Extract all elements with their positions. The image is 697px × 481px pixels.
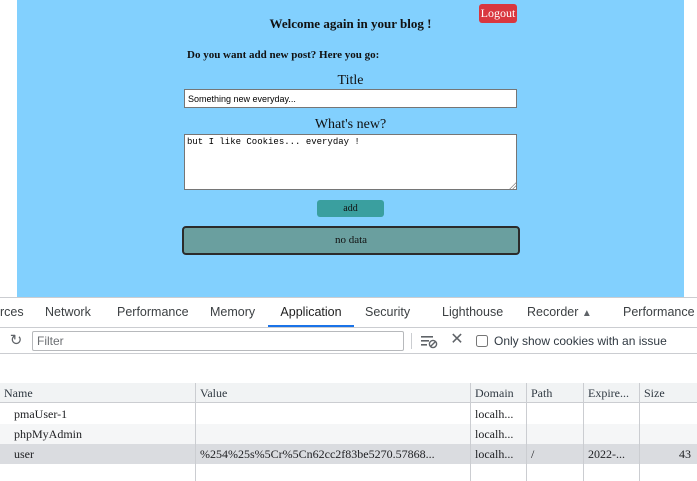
column-header-name[interactable]: Name (0, 383, 195, 403)
tab-recorder[interactable]: Recorder ▲ (527, 298, 592, 327)
column-header-size[interactable]: Size (640, 383, 697, 403)
logout-button[interactable]: Logout (479, 4, 517, 23)
tab-network[interactable]: Network (45, 298, 91, 327)
add-button[interactable]: add (317, 200, 384, 217)
tab-application[interactable]: Application (268, 298, 354, 327)
cookie-size: 43 (679, 447, 691, 461)
column-divider[interactable] (526, 383, 527, 481)
column-divider[interactable] (639, 383, 640, 481)
column-header-domain[interactable]: Domain (471, 383, 526, 403)
content-label: What's new? (314, 117, 387, 132)
column-divider[interactable] (470, 383, 471, 481)
title-input[interactable] (184, 89, 517, 108)
content-textarea[interactable]: but I like Cookies... everyday ! (184, 134, 517, 190)
cookies-grid: Name Value Domain Path Expire... Size pm… (0, 383, 697, 481)
cookie-expires (584, 424, 639, 444)
tab-performance-insights[interactable]: Performance (623, 298, 695, 327)
cookie-domain: localh... (475, 427, 514, 441)
table-row[interactable]: phpMyAdmin localh... (0, 424, 697, 444)
cookie-value: %254%25s%5Cr%5Cn62cc2f83be5270.57868... (200, 447, 435, 461)
column-divider[interactable] (195, 383, 196, 481)
title-label: Title (337, 73, 364, 88)
cookie-name: phpMyAdmin (14, 427, 83, 441)
only-issue-toggle[interactable]: Only show cookies with an issue (476, 334, 667, 348)
toolbar-divider (411, 333, 412, 349)
cookie-name: pmaUser-1 (14, 407, 68, 421)
cookies-toolbar: ↻ ✕ Only show cookies with an issue (0, 328, 697, 354)
table-header-row: Name Value Domain Path Expire... Size (0, 383, 697, 403)
tab-security[interactable]: Security (365, 298, 410, 327)
table-row[interactable]: pmaUser-1 localh... (0, 404, 697, 424)
column-header-expires[interactable]: Expire... (584, 383, 639, 403)
cookie-path (527, 424, 583, 444)
close-icon[interactable]: ✕ (449, 331, 465, 349)
cookie-size (640, 424, 697, 444)
devtools-tab-bar: rces Network Performance Memory Applicat… (0, 298, 697, 328)
tab-memory[interactable]: Memory (210, 298, 255, 327)
cookie-expires: 2022-... (588, 447, 625, 461)
textarea-resize-handle[interactable] (509, 182, 516, 189)
flask-icon: ▲ (581, 308, 592, 319)
cookie-path (527, 404, 583, 424)
cookie-name: user (14, 447, 34, 461)
tab-lighthouse[interactable]: Lighthouse (442, 298, 503, 327)
cookie-expires (584, 404, 639, 424)
cookie-domain: localh... (475, 407, 514, 421)
posts-output-box: no data (182, 226, 520, 255)
cookie-size (640, 404, 697, 424)
cookie-domain: localh... (475, 447, 514, 461)
table-row-selected[interactable]: user %254%25s%5Cr%5Cn62cc2f83be5270.5786… (0, 444, 697, 464)
only-issue-checkbox[interactable] (476, 335, 488, 347)
column-header-path[interactable]: Path (527, 383, 583, 403)
tab-performance[interactable]: Performance (117, 298, 189, 327)
only-issue-label: Only show cookies with an issue (494, 334, 667, 348)
column-divider[interactable] (583, 383, 584, 481)
blog-panel: Welcome again in your blog ! Logout Do y… (17, 0, 684, 297)
cookie-path: / (531, 447, 535, 461)
tab-sources[interactable]: rces (0, 298, 24, 327)
cookie-filter-input[interactable] (32, 331, 404, 351)
cookie-value (196, 404, 470, 424)
clear-filtered-icon[interactable] (419, 332, 439, 350)
new-post-prompt: Do you want add new post? Here you go: (187, 49, 380, 61)
welcome-heading: Welcome again in your blog ! (269, 16, 432, 31)
column-header-value[interactable]: Value (196, 383, 470, 403)
refresh-icon[interactable]: ↻ (8, 332, 24, 350)
page-viewport: Welcome again in your blog ! Logout Do y… (0, 0, 697, 297)
cookie-value (196, 424, 470, 444)
tab-recorder-label: Recorder (527, 305, 579, 319)
